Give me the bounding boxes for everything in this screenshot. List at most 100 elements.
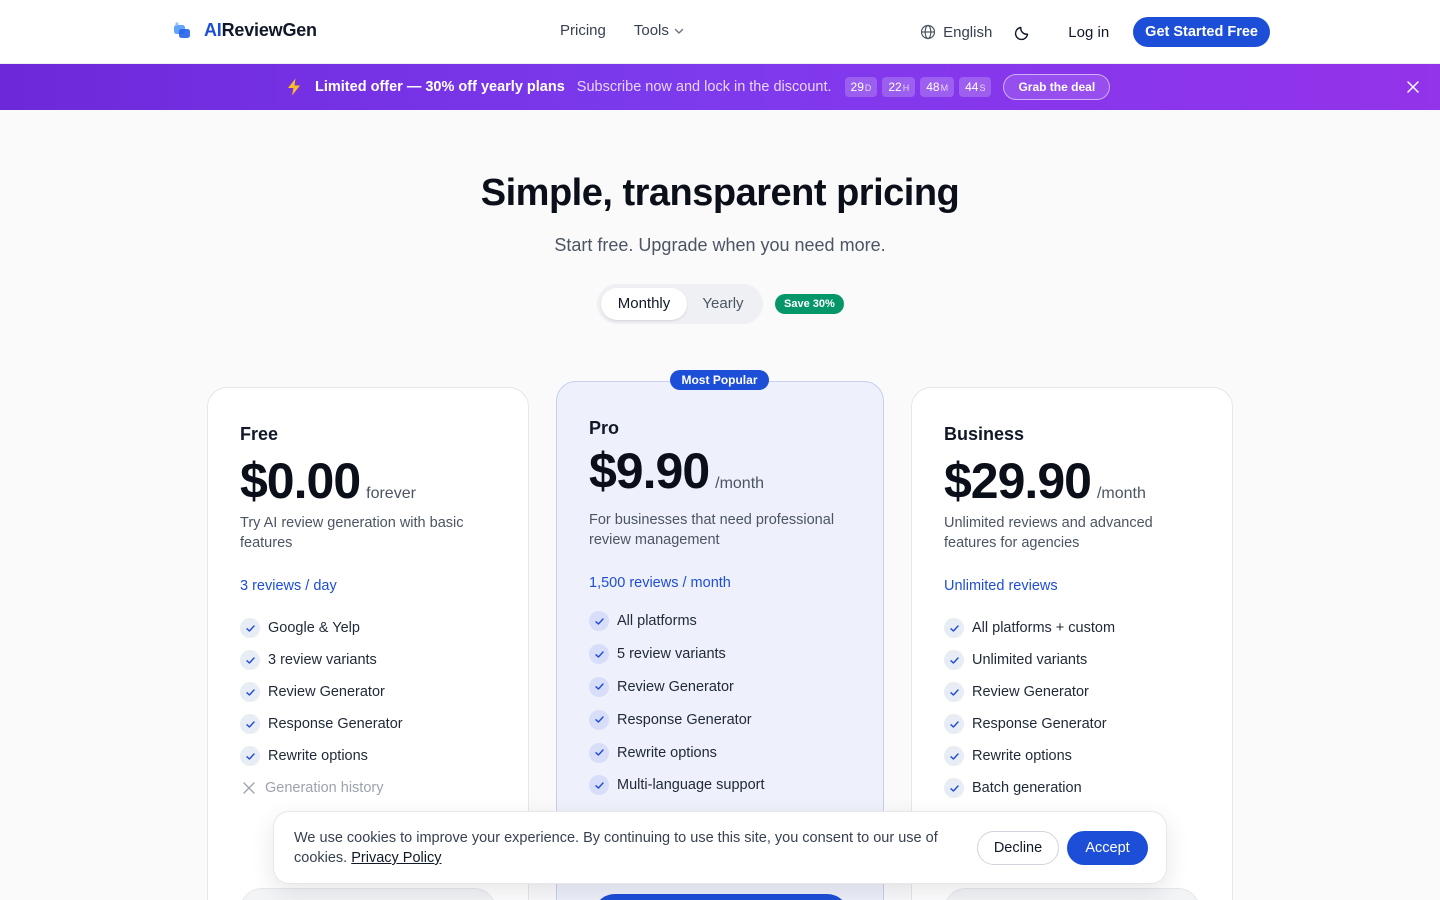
plan-price: $0.00 forever (240, 452, 416, 510)
feature-label: Review Generator (268, 684, 385, 700)
feature-label: Response Generator (268, 716, 403, 732)
countdown-timer: 29 D 22 H 48 M 44 S (844, 77, 992, 97)
free-plan-button[interactable] (240, 888, 496, 900)
page-title: Simple, transparent pricing (480, 172, 960, 214)
feature-label: Rewrite options (268, 748, 368, 764)
check-icon (944, 714, 964, 734)
plan-description: For businesses that need professional re… (589, 512, 835, 548)
feature-item: Review Generator (944, 676, 1115, 708)
billing-toggle: Monthly Yearly (597, 284, 763, 324)
plan-quota: 1,500 reviews / month (589, 575, 731, 591)
privacy-policy-link[interactable]: Privacy Policy (351, 850, 441, 866)
plan-quota: 3 reviews / day (240, 578, 337, 594)
check-icon (240, 714, 260, 734)
language-selector[interactable]: English (920, 24, 992, 41)
moon-icon[interactable] (1014, 23, 1032, 41)
check-icon (240, 650, 260, 670)
check-icon (944, 650, 964, 670)
plan-description: Unlimited reviews and advanced features … (944, 515, 1153, 551)
nav-pricing[interactable]: Pricing (560, 22, 606, 39)
header-actions: English Log in Get Started Free (920, 17, 1270, 47)
check-icon (589, 775, 609, 796)
feature-item: Response Generator (589, 703, 765, 736)
plan-name: Pro (589, 418, 620, 438)
decline-button[interactable]: Decline (977, 831, 1059, 865)
feature-item: Rewrite options (240, 740, 403, 772)
price-amount: $0.00 (240, 453, 361, 509)
feature-item: Response Generator (240, 708, 403, 740)
plan-name: Free (240, 424, 279, 444)
plan-quota: Unlimited reviews (944, 578, 1058, 594)
feature-item: Rewrite options (589, 736, 765, 769)
check-icon (240, 682, 260, 702)
pro-plan-button[interactable] (593, 894, 849, 900)
close-icon[interactable] (1406, 80, 1420, 94)
accept-button[interactable]: Accept (1067, 831, 1148, 865)
feature-item: Rewrite options (944, 740, 1115, 772)
plan-price: $29.90 /month (944, 452, 1146, 510)
price-period: /month (715, 475, 765, 492)
feature-label: Batch generation (972, 780, 1082, 796)
feature-list: Google & Yelp 3 review variants Review G… (240, 612, 403, 804)
save-badge: Save 30% (775, 294, 844, 314)
feature-label: Google & Yelp (268, 620, 360, 636)
price-period: forever (366, 485, 416, 502)
feature-label: All platforms (617, 613, 697, 630)
feature-label: Unlimited variants (972, 652, 1088, 668)
price-period: /month (1096, 485, 1146, 502)
get-started-button[interactable]: Get Started Free (1133, 17, 1270, 47)
feature-item: Google & Yelp (240, 612, 403, 644)
check-icon (240, 618, 260, 638)
check-icon (589, 709, 609, 730)
feature-item: Unlimited variants (944, 644, 1115, 676)
feature-item: 5 review variants (589, 638, 765, 671)
site-header: AIReviewGen Pricing Tools English Log in… (0, 0, 1440, 64)
feature-item: All platforms (589, 605, 765, 638)
promo-title: Limited offer — 30% off yearly plans (315, 79, 565, 95)
promo-banner: Limited offer — 30% off yearly plans Sub… (0, 64, 1440, 110)
feature-label: Multi-language support (617, 777, 765, 794)
feature-label: All platforms + custom (972, 620, 1116, 636)
x-icon (243, 782, 255, 794)
feature-label: Response Generator (617, 711, 752, 728)
feature-list: All platforms 5 review variants Review G… (589, 605, 765, 802)
feature-label: Generation history (265, 780, 384, 796)
billing-monthly-option[interactable]: Monthly (601, 288, 687, 320)
logo-icon (174, 21, 190, 38)
login-link[interactable]: Log in (1068, 24, 1109, 41)
check-icon (589, 611, 609, 632)
grab-deal-button[interactable]: Grab the deal (1003, 74, 1111, 100)
cookie-text: We use cookies to improve your experienc… (294, 830, 938, 866)
logo[interactable]: AIReviewGen (172, 20, 317, 41)
billing-yearly-option[interactable]: Yearly (687, 288, 759, 320)
feature-label: 5 review variants (617, 646, 726, 663)
business-plan-button[interactable] (944, 888, 1200, 900)
plan-price: $9.90 /month (589, 442, 764, 500)
promo-content: Limited offer — 30% off yearly plans Sub… (286, 64, 1111, 110)
countdown-days: 29 D (844, 77, 878, 97)
countdown-hours: 22 H (882, 77, 916, 97)
check-icon (589, 644, 609, 665)
countdown-seconds: 44 S (959, 77, 992, 97)
plan-name: Business (944, 424, 1025, 444)
feature-label: Response Generator (972, 716, 1107, 732)
language-label: English (943, 23, 993, 41)
feature-label: Rewrite options (617, 744, 717, 761)
countdown-minutes: 48 M (920, 77, 955, 97)
main-nav: Pricing Tools (560, 22, 685, 39)
feature-item: 3 review variants (240, 644, 403, 676)
check-icon (589, 742, 609, 763)
feature-item: Multi-language support (589, 769, 765, 802)
feature-item-excluded: Generation history (240, 772, 403, 804)
promo-subtitle: Subscribe now and lock in the discount. (576, 79, 832, 95)
feature-label: 3 review variants (268, 652, 377, 668)
nav-tools[interactable]: Tools (634, 22, 685, 39)
globe-icon (920, 24, 936, 40)
feature-label: Review Generator (972, 684, 1089, 700)
check-icon (944, 778, 964, 798)
feature-item: All platforms + custom (944, 612, 1115, 644)
chevron-down-icon (674, 28, 684, 34)
lightning-icon (288, 78, 300, 96)
feature-item: Review Generator (589, 671, 765, 704)
plan-description: Try AI review generation with basic feat… (240, 515, 464, 551)
